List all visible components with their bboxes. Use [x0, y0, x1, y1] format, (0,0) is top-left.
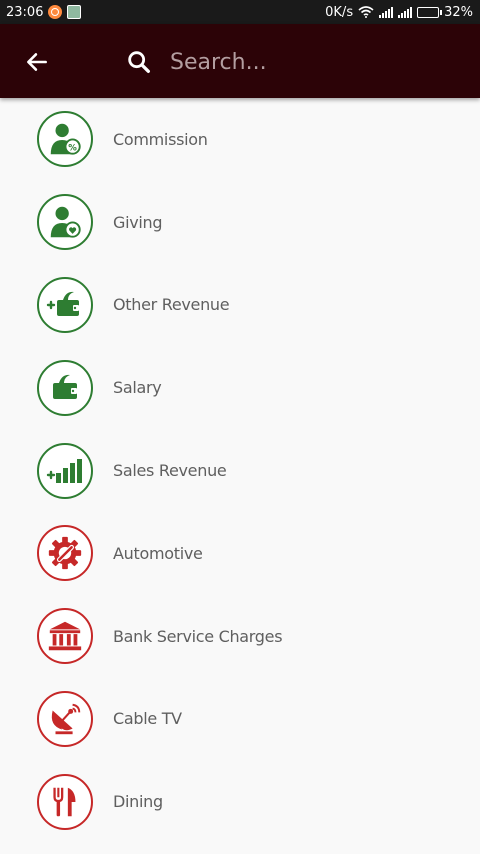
category-item-cable-tv[interactable]: Cable TV: [0, 678, 480, 761]
category-list: % Commission Giving Other Revenue Salary…: [0, 98, 480, 843]
category-label: Salary: [113, 378, 162, 398]
bank-icon: [48, 621, 82, 651]
signal-icon: [398, 6, 413, 18]
category-icon-circle: [37, 608, 93, 665]
satellite-dish-icon: [51, 703, 81, 735]
category-label: Automotive: [113, 543, 203, 563]
status-time: 23:06: [6, 4, 44, 20]
signal-icon: [379, 6, 394, 18]
wifi-icon: [358, 6, 374, 18]
category-item-sales-revenue[interactable]: Sales Revenue: [0, 429, 480, 512]
wallet-plus-icon: [46, 291, 79, 316]
category-item-other-revenue[interactable]: Other Revenue: [0, 264, 480, 347]
wallet-icon: [53, 374, 77, 399]
fork-knife-icon: [53, 787, 76, 817]
category-label: Dining: [113, 792, 163, 812]
category-item-commission[interactable]: % Commission: [0, 98, 480, 181]
category-icon-circle: [37, 359, 93, 416]
notification-image-icon: [67, 5, 82, 19]
category-icon-circle: [37, 276, 93, 333]
bars-plus-icon: [46, 458, 82, 483]
category-label: Sales Revenue: [113, 461, 227, 481]
category-icon-circle: %: [37, 111, 93, 168]
person-heart-icon: [50, 206, 81, 238]
category-label: Giving: [113, 212, 163, 232]
category-icon-circle: [37, 525, 93, 582]
status-bar: 23:06 0K/s 32%: [0, 0, 480, 24]
arrow-left-icon: [27, 53, 47, 71]
category-icon-circle: [37, 773, 93, 830]
category-icon-circle: [37, 194, 93, 251]
person-percent-icon: %: [50, 124, 81, 156]
category-item-giving[interactable]: Giving: [0, 181, 480, 264]
search-icon: [124, 47, 154, 77]
svg-text:%: %: [68, 144, 77, 154]
network-speed: 0K/s: [325, 4, 354, 20]
category-label: Cable TV: [113, 709, 182, 729]
battery-percent: 32%: [444, 4, 473, 20]
category-item-automotive[interactable]: Automotive: [0, 512, 480, 595]
category-icon-circle: [37, 690, 93, 747]
notification-app-icon: [48, 5, 63, 19]
gear-wrench-icon: [48, 537, 82, 570]
battery-icon: [417, 6, 443, 18]
category-item-bank-service-charges[interactable]: Bank Service Charges: [0, 595, 480, 678]
category-icon-circle: [37, 442, 93, 499]
search-input[interactable]: [170, 42, 460, 82]
app-bar: [0, 24, 480, 98]
category-label: Commission: [113, 129, 208, 149]
category-item-salary[interactable]: Salary: [0, 346, 480, 429]
back-button[interactable]: [22, 47, 52, 77]
category-label: Bank Service Charges: [113, 626, 283, 646]
category-label: Other Revenue: [113, 295, 230, 315]
category-item-dining[interactable]: Dining: [0, 760, 480, 843]
